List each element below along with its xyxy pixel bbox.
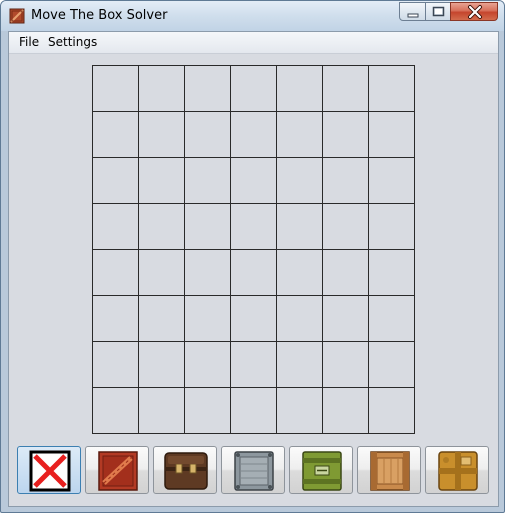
- board-cell[interactable]: [368, 249, 415, 296]
- board-cell[interactable]: [230, 387, 277, 434]
- palette-button-empty[interactable]: [17, 446, 81, 494]
- window-title: Move The Box Solver: [31, 8, 168, 23]
- board-cell[interactable]: [230, 65, 277, 112]
- palette-button-green-crate[interactable]: [289, 446, 353, 494]
- green-crate-icon: [302, 451, 342, 491]
- board-cell[interactable]: [276, 341, 323, 388]
- board-cell[interactable]: [322, 111, 369, 158]
- empty-cell-icon: [29, 450, 71, 492]
- board-cell[interactable]: [184, 65, 231, 112]
- red-crate-icon: [98, 451, 138, 491]
- board-cell[interactable]: [138, 341, 185, 388]
- maximize-icon: [432, 6, 445, 17]
- board-cell[interactable]: [322, 65, 369, 112]
- board-cell[interactable]: [368, 157, 415, 204]
- board-cell[interactable]: [92, 295, 139, 342]
- board-cell[interactable]: [322, 249, 369, 296]
- board-grid[interactable]: [92, 65, 416, 435]
- palette-button-metal-crate[interactable]: [221, 446, 285, 494]
- close-button[interactable]: [450, 2, 498, 21]
- board-cell[interactable]: [184, 203, 231, 250]
- palette-button-red-crate[interactable]: [85, 446, 149, 494]
- client-area: File Settings: [8, 31, 499, 507]
- board-cell[interactable]: [230, 157, 277, 204]
- menu-settings[interactable]: Settings: [48, 35, 97, 49]
- board-cell[interactable]: [230, 203, 277, 250]
- board-cell[interactable]: [322, 387, 369, 434]
- app-icon: [9, 8, 25, 24]
- board-cell[interactable]: [230, 295, 277, 342]
- board-cell[interactable]: [368, 111, 415, 158]
- board-cell[interactable]: [92, 341, 139, 388]
- palette-button-wooden-crate[interactable]: [357, 446, 421, 494]
- board-cell[interactable]: [92, 203, 139, 250]
- board-cell[interactable]: [138, 249, 185, 296]
- maximize-button[interactable]: [425, 2, 451, 21]
- board-cell[interactable]: [184, 111, 231, 158]
- board-cell[interactable]: [138, 387, 185, 434]
- board-cell[interactable]: [138, 203, 185, 250]
- board-cell[interactable]: [184, 387, 231, 434]
- board-cell[interactable]: [276, 203, 323, 250]
- board-cell[interactable]: [368, 203, 415, 250]
- board-cell[interactable]: [92, 111, 139, 158]
- board-cell[interactable]: [322, 341, 369, 388]
- board-cell[interactable]: [92, 157, 139, 204]
- wooden-crate-icon: [370, 451, 410, 491]
- board-cell[interactable]: [322, 295, 369, 342]
- close-icon: [468, 5, 482, 19]
- minimize-icon: [407, 13, 419, 18]
- board-cell[interactable]: [92, 249, 139, 296]
- cardboard-box-icon: [438, 451, 478, 491]
- tile-palette: [9, 446, 498, 496]
- board-cell[interactable]: [138, 295, 185, 342]
- minimize-button[interactable]: [399, 2, 426, 21]
- board-cell[interactable]: [276, 157, 323, 204]
- board-cell[interactable]: [230, 249, 277, 296]
- board-cell[interactable]: [92, 65, 139, 112]
- palette-button-suitcase[interactable]: [153, 446, 217, 494]
- board-cell[interactable]: [184, 295, 231, 342]
- board-cell[interactable]: [138, 157, 185, 204]
- board-cell[interactable]: [276, 387, 323, 434]
- board-cell[interactable]: [230, 111, 277, 158]
- board-cell[interactable]: [184, 249, 231, 296]
- board-cell[interactable]: [368, 295, 415, 342]
- title-bar[interactable]: Move The Box Solver: [1, 1, 504, 31]
- brown-suitcase-icon: [164, 452, 208, 490]
- board-cell[interactable]: [368, 341, 415, 388]
- board-cell[interactable]: [368, 387, 415, 434]
- board-cell[interactable]: [276, 65, 323, 112]
- board-cell[interactable]: [230, 341, 277, 388]
- board-cell[interactable]: [138, 111, 185, 158]
- menu-bar: File Settings: [9, 32, 498, 54]
- board-cell[interactable]: [276, 295, 323, 342]
- app-window: Move The Box Solver File Settings: [0, 0, 505, 513]
- board-cell[interactable]: [276, 111, 323, 158]
- menu-file[interactable]: File: [19, 35, 39, 49]
- board-cell[interactable]: [322, 203, 369, 250]
- board-cell[interactable]: [322, 157, 369, 204]
- board-cell[interactable]: [184, 341, 231, 388]
- board-cell[interactable]: [92, 387, 139, 434]
- palette-button-cardboard-box[interactable]: [425, 446, 489, 494]
- board-cell[interactable]: [184, 157, 231, 204]
- metal-crate-icon: [234, 451, 274, 491]
- board-cell[interactable]: [138, 65, 185, 112]
- board-cell[interactable]: [276, 249, 323, 296]
- board-cell[interactable]: [368, 65, 415, 112]
